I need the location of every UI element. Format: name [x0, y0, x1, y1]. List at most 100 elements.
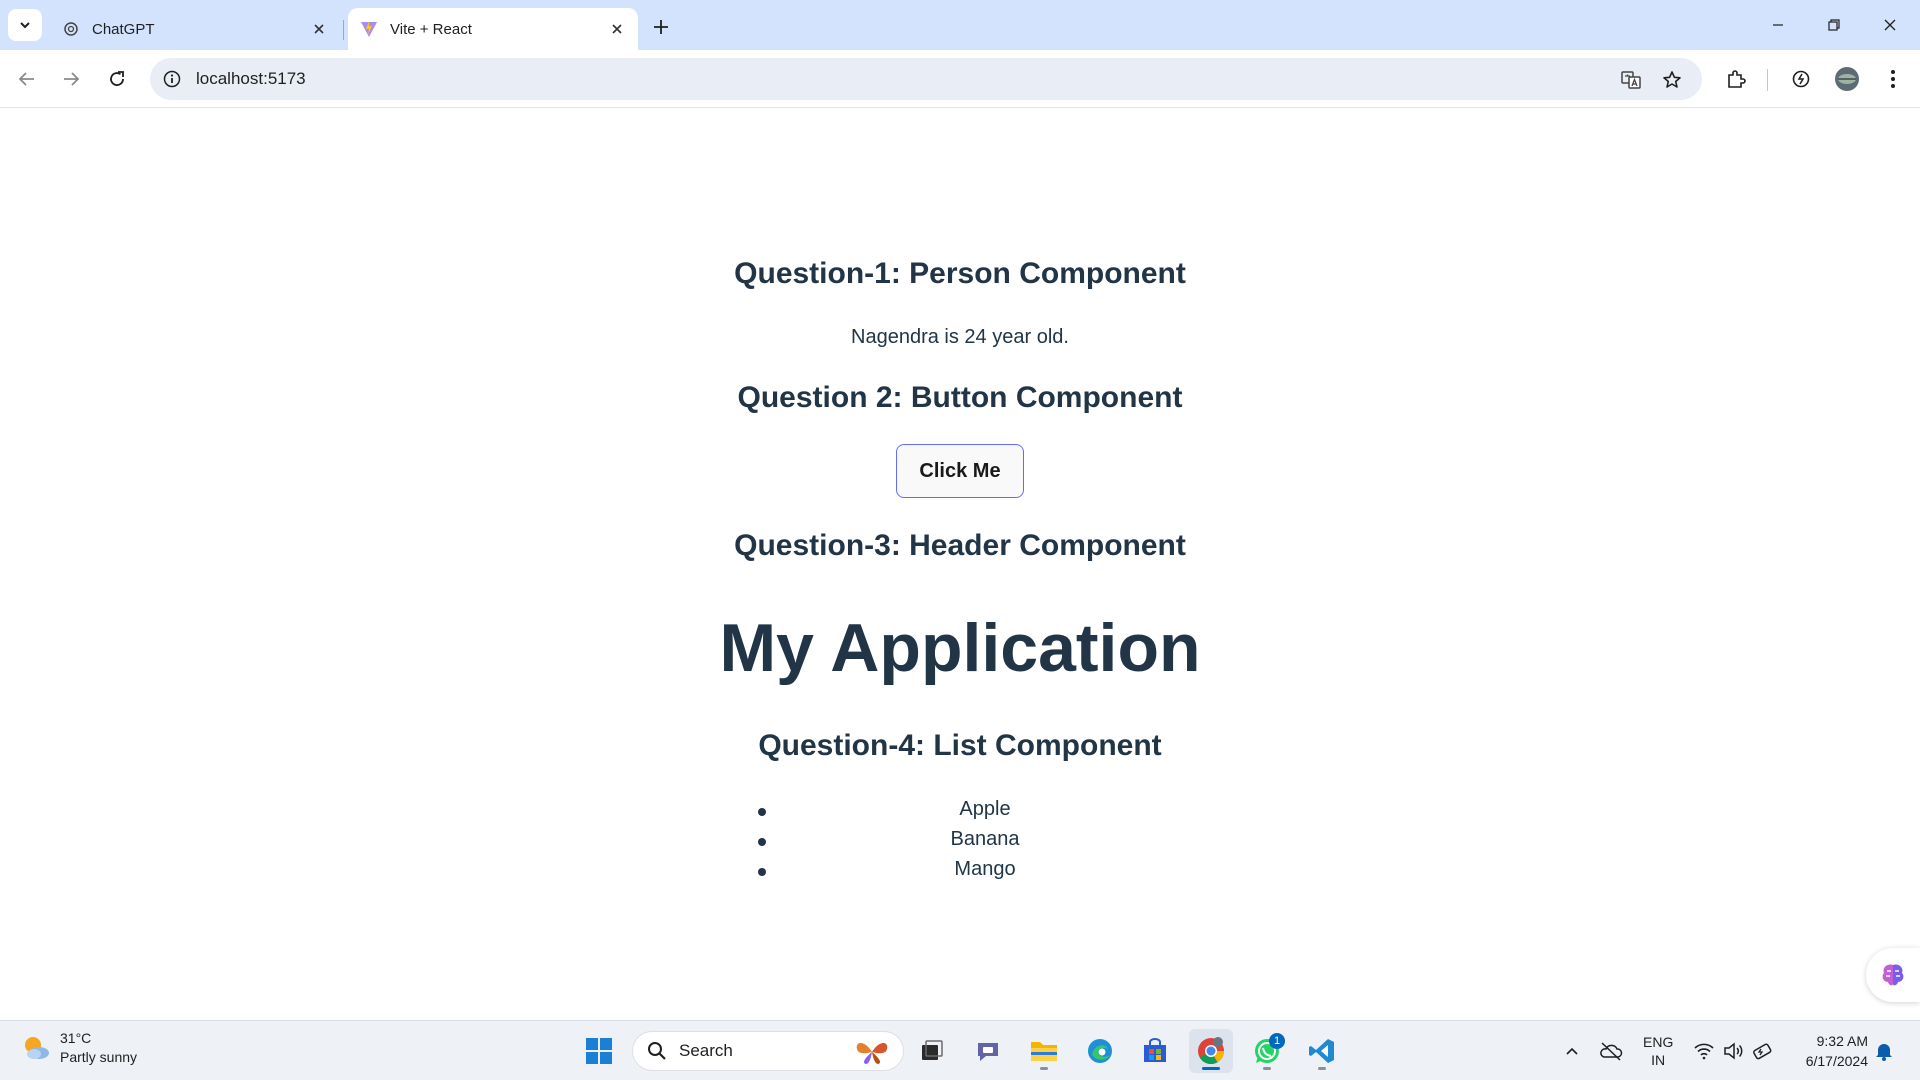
tab-title: Vite + React	[390, 20, 472, 38]
close-icon[interactable]	[604, 16, 630, 42]
question-1-heading: Question-1: Person Component	[734, 257, 1186, 290]
arrow-right-icon	[64, 72, 80, 86]
extensions-button[interactable]	[1721, 64, 1751, 94]
weather-widget[interactable]: 31°C Partly sunny	[20, 1029, 137, 1067]
search-icon	[648, 1042, 666, 1060]
question-4-heading: Question-4: List Component	[758, 729, 1162, 762]
onedrive-icon[interactable]	[1595, 1033, 1627, 1069]
restore-icon	[1828, 19, 1840, 31]
volume-icon[interactable]	[1718, 1033, 1750, 1069]
avatar-icon	[1835, 67, 1859, 91]
assistant-fab[interactable]	[1866, 948, 1920, 1002]
reload-button[interactable]	[99, 61, 135, 97]
chevron-down-icon	[20, 22, 30, 29]
weather-temp: 31°C	[60, 1030, 92, 1046]
taskbar: 31°C Partly sunny Search 1 ENG IN 9:32 A…	[0, 1020, 1920, 1080]
task-view-button[interactable]	[910, 1029, 954, 1073]
chat-icon	[978, 1043, 998, 1061]
translate-icon[interactable]	[1618, 67, 1644, 93]
question-3-heading: Question-3: Header Component	[734, 529, 1186, 562]
menu-button[interactable]	[1878, 64, 1908, 94]
puzzle-icon	[1728, 70, 1746, 88]
file-explorer-button[interactable]	[1022, 1029, 1066, 1073]
list-bullet	[758, 868, 766, 876]
battery-icon[interactable]	[1748, 1033, 1780, 1069]
tab-separator	[343, 20, 344, 40]
vite-icon	[360, 20, 378, 38]
restore-button[interactable]	[1806, 0, 1862, 50]
taskbar-search[interactable]: Search	[632, 1031, 904, 1071]
reload-icon	[110, 71, 124, 86]
site-info-icon[interactable]	[160, 67, 184, 91]
list-item: Mango	[954, 858, 1016, 880]
chrome-icon	[1198, 1037, 1225, 1065]
browser-tabstrip: ChatGPT Vite + React	[0, 0, 1920, 50]
store-button[interactable]	[1133, 1029, 1177, 1073]
list-bullet	[758, 838, 766, 846]
chatgpt-icon	[62, 20, 80, 38]
weather-desc: Partly sunny	[60, 1049, 138, 1065]
address-bar[interactable]: localhost:5173	[150, 58, 1702, 100]
edge-icon	[1088, 1039, 1112, 1063]
speedometer-icon	[1792, 70, 1810, 88]
edge-button[interactable]	[1078, 1029, 1122, 1073]
url-text: localhost:5173	[196, 69, 306, 88]
tab-chatgpt[interactable]: ChatGPT	[50, 8, 340, 50]
running-indicator	[1040, 1067, 1048, 1070]
question-2-heading: Question 2: Button Component	[737, 381, 1183, 414]
close-icon	[1884, 19, 1896, 31]
notifications-button[interactable]	[1868, 1033, 1900, 1069]
lang-region: IN	[1651, 1052, 1666, 1068]
partly-sunny-icon	[25, 1037, 49, 1059]
toolbar-divider	[1767, 69, 1768, 91]
butterfly-icon	[856, 1042, 888, 1064]
performance-button[interactable]	[1786, 64, 1816, 94]
minimize-button[interactable]	[1750, 0, 1806, 50]
whatsapp-button[interactable]: 1	[1245, 1029, 1289, 1073]
running-indicator	[1202, 1067, 1220, 1070]
bookmark-star-icon[interactable]	[1659, 67, 1685, 93]
search-placeholder: Search	[679, 1041, 733, 1060]
running-indicator	[1263, 1067, 1271, 1070]
clock-date: 6/17/2024	[1805, 1053, 1868, 1069]
plus-icon	[654, 20, 668, 34]
page-content: Question-1: Person Component Nagendra is…	[0, 108, 1920, 1020]
click-me-button[interactable]: Click Me	[896, 444, 1024, 498]
clock[interactable]: 9:32 AM 6/17/2024	[1790, 1031, 1868, 1071]
tab-title: ChatGPT	[92, 20, 155, 38]
running-indicator	[1318, 1067, 1326, 1070]
store-icon	[1144, 1038, 1166, 1062]
arrow-left-icon	[18, 72, 34, 86]
vscode-icon	[1309, 1039, 1334, 1063]
forward-button[interactable]	[53, 61, 89, 97]
browser-toolbar: localhost:5173	[0, 50, 1920, 108]
person-text: Nagendra is 24 year old.	[851, 326, 1069, 348]
teams-chat-button[interactable]	[966, 1029, 1010, 1073]
list-item: Apple	[959, 798, 1011, 820]
list-item: Banana	[950, 828, 1020, 850]
new-tab-button[interactable]	[646, 12, 676, 42]
clock-time: 9:32 AM	[1816, 1033, 1868, 1049]
list-bullet	[758, 808, 766, 816]
show-hidden-icons-button[interactable]	[1556, 1033, 1588, 1069]
tab-vite-react[interactable]: Vite + React	[348, 8, 638, 50]
windows-icon	[586, 1038, 612, 1064]
app-title: My Application	[719, 610, 1201, 686]
minimize-icon	[1773, 24, 1783, 26]
chevron-up-icon	[1566, 1047, 1578, 1055]
task-view-icon	[922, 1040, 943, 1060]
more-vertical-icon	[1891, 70, 1895, 88]
tab-search-button[interactable]	[8, 9, 42, 41]
back-button[interactable]	[9, 61, 45, 97]
profile-avatar[interactable]	[1832, 64, 1862, 94]
start-button[interactable]	[577, 1029, 621, 1073]
close-window-button[interactable]	[1862, 0, 1918, 50]
language-indicator[interactable]: ENG IN	[1643, 1033, 1673, 1069]
wifi-icon[interactable]	[1688, 1033, 1720, 1069]
folder-icon	[1031, 1042, 1057, 1061]
chrome-button[interactable]	[1189, 1029, 1233, 1073]
lang-code: ENG	[1643, 1034, 1674, 1050]
notification-badge: 1	[1269, 1033, 1285, 1049]
vscode-button[interactable]	[1300, 1029, 1344, 1073]
close-icon[interactable]	[306, 16, 332, 42]
